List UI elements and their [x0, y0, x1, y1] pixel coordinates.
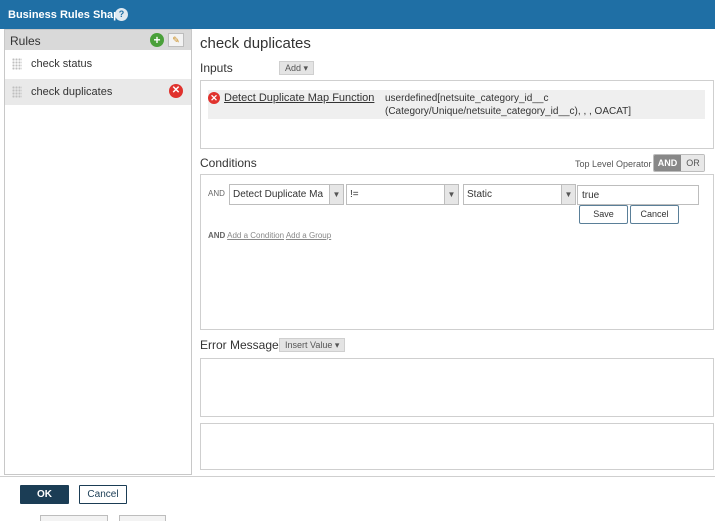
input-row: ✕ Detect Duplicate Map Function userdefi…: [208, 90, 705, 119]
ok-button[interactable]: OK: [20, 485, 69, 504]
add-condition-link[interactable]: Add a Condition: [227, 231, 284, 240]
add-rule-icon[interactable]: +: [150, 33, 164, 47]
condition-field-value: Detect Duplicate Ma: [233, 189, 324, 200]
operator-and-button[interactable]: AND: [654, 155, 681, 171]
rule-item-label: check duplicates: [31, 86, 113, 98]
condition-operator-select[interactable]: != ▼: [346, 184, 459, 205]
help-icon[interactable]: ?: [115, 8, 128, 21]
error-message-preview: [200, 423, 714, 470]
chevron-down-icon: ▼: [329, 185, 343, 204]
input-function-link[interactable]: Detect Duplicate Map Function: [224, 92, 374, 104]
top-level-operator-toggle: AND OR: [653, 154, 705, 172]
remove-input-icon[interactable]: ✕: [208, 92, 220, 104]
cancel-button[interactable]: Cancel: [79, 485, 127, 504]
rule-item-label: check status: [31, 58, 93, 70]
chevron-down-icon: ▼: [444, 185, 458, 204]
add-input-button[interactable]: Add ▾: [279, 61, 315, 75]
condition-type-value: Static: [467, 189, 493, 200]
delete-rule-icon[interactable]: ✕: [169, 84, 183, 98]
dialog-title: Business Rules Shape: [8, 9, 126, 21]
error-message-label: Error Message: [200, 338, 279, 352]
save-condition-button[interactable]: Save: [579, 205, 628, 224]
add-condition-links: AND Add a Condition Add a Group: [208, 231, 331, 240]
insert-value-button[interactable]: Insert Value ▾: [279, 338, 346, 352]
background-window-edge: [40, 515, 108, 521]
rules-panel: Rules + ✎ check status check duplicates …: [4, 29, 192, 475]
add-group-link[interactable]: Add a Group: [286, 231, 331, 240]
operator-or-button[interactable]: OR: [681, 155, 704, 171]
cancel-condition-button[interactable]: Cancel: [630, 205, 679, 224]
rules-header: Rules + ✎: [5, 30, 191, 50]
add-prefix: AND: [208, 231, 226, 240]
conditions-label: Conditions: [200, 156, 257, 170]
chevron-down-icon: ▼: [561, 185, 575, 204]
input-value: userdefined[netsuite_category_id__c (Cat…: [385, 93, 632, 117]
inputs-label: Inputs: [200, 61, 233, 75]
drag-handle-icon[interactable]: [12, 58, 22, 70]
condition-field-select[interactable]: Detect Duplicate Ma ▼: [229, 184, 344, 205]
condition-operator-value: !=: [350, 189, 359, 200]
rules-header-label: Rules: [10, 34, 41, 48]
condition-type-select[interactable]: Static ▼: [463, 184, 576, 205]
rule-title: check duplicates: [200, 35, 311, 52]
edit-rule-icon[interactable]: ✎: [168, 33, 184, 47]
inputs-box: ✕ Detect Duplicate Map Function userdefi…: [200, 80, 714, 149]
top-level-operator-label: Top Level Operator: [575, 159, 652, 169]
rule-item-check-duplicates[interactable]: check duplicates ✕: [5, 79, 191, 105]
rule-item-check-status[interactable]: check status: [5, 51, 191, 77]
error-message-input[interactable]: [200, 358, 714, 417]
condition-value-input[interactable]: [577, 185, 699, 205]
drag-handle-icon[interactable]: [12, 86, 22, 98]
condition-prefix: AND: [208, 189, 225, 198]
dialog-titlebar: Business Rules Shape ?: [0, 0, 715, 29]
background-window-edge: [119, 515, 166, 521]
